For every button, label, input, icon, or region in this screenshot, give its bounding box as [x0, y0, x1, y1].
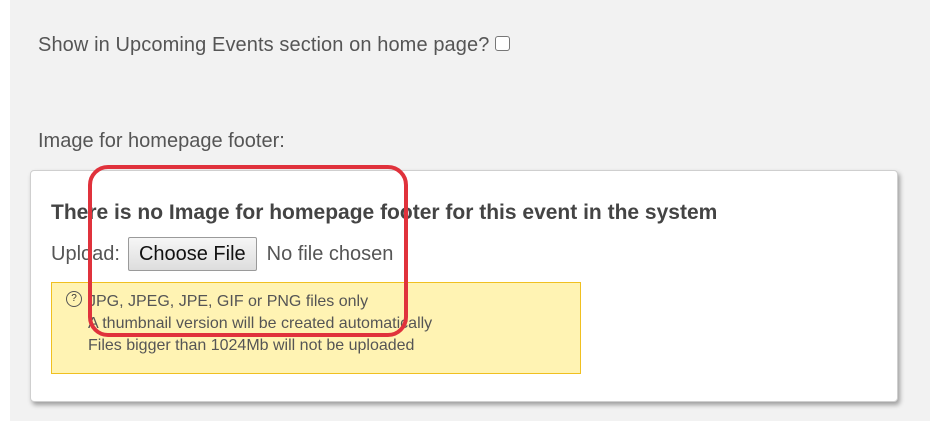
no-image-message: There is no Image for homepage footer fo…	[51, 201, 718, 224]
note-line: JPG, JPEG, JPE, GIF or PNG files only	[88, 293, 369, 310]
note-line: A thumbnail version will be created auto…	[88, 315, 433, 332]
upload-notes-box: ? JPG, JPEG, JPE, GIF or PNG files only …	[51, 282, 581, 374]
image-footer-label: Image for homepage footer:	[38, 130, 285, 152]
upload-label: Upload:	[51, 242, 120, 265]
note-line: Files bigger than 1024Mb will not be upl…	[88, 337, 415, 354]
show-upcoming-row: Show in Upcoming Events section on home …	[38, 34, 511, 57]
choose-file-button[interactable]: Choose File	[127, 237, 257, 271]
show-upcoming-checkbox[interactable]	[495, 36, 511, 51]
upload-card: There is no Image for homepage footer fo…	[30, 170, 898, 402]
upload-row: Upload: Choose File No file chosen	[51, 237, 393, 271]
show-upcoming-label: Show in Upcoming Events section on home …	[38, 34, 490, 56]
note-lines: JPG, JPEG, JPE, GIF or PNG files only A …	[88, 291, 432, 367]
file-status-text: No file chosen	[266, 242, 394, 265]
help-icon: ?	[66, 291, 82, 307]
